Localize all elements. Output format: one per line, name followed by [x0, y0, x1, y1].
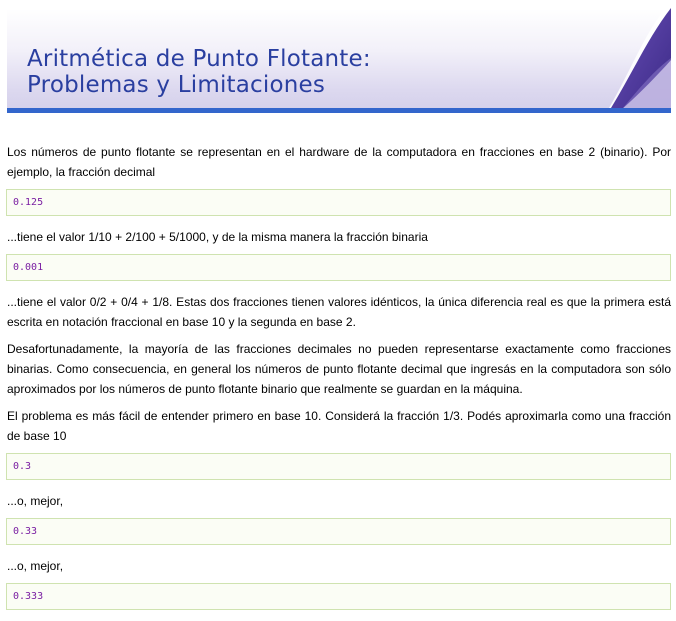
code-block-0-333: 0.333: [6, 583, 671, 610]
paragraph-binary-value: ...tiene el valor 0/2 + 0/4 + 1/8. Estas…: [7, 295, 671, 329]
code-text: 0.001: [13, 262, 44, 273]
paragraph-better-2: ...o, mejor,: [7, 559, 64, 573]
main-content: Los números de punto flotante se represe…: [6, 142, 671, 621]
code-block-0-33: 0.33: [6, 518, 671, 545]
header-swoosh-graphic: [609, 0, 671, 113]
code-block-0-001: 0.001: [6, 254, 671, 281]
page-title-line1: Aritmética de Punto Flotante:: [27, 46, 371, 72]
code-block-0-125: 0.125: [6, 189, 671, 216]
header-bottom-bar: [7, 108, 671, 113]
page-header: Aritmética de Punto Flotante: Problemas …: [7, 0, 671, 113]
code-text: 0.3: [13, 461, 32, 472]
paragraph-intro: Los números de punto flotante se represe…: [7, 145, 671, 179]
code-text: 0.33: [13, 526, 38, 537]
paragraph-better-1: ...o, mejor,: [7, 494, 64, 508]
code-block-0-3: 0.3: [6, 453, 671, 480]
code-text: 0.125: [13, 197, 44, 208]
paragraph-approximation: Desafortunadamente, la mayoría de las fr…: [7, 342, 671, 396]
page-title-line2: Problemas y Limitaciones: [27, 72, 326, 98]
paragraph-decimal-value: ...tiene el valor 1/10 + 2/100 + 5/1000,…: [7, 230, 428, 244]
code-text: 0.333: [13, 591, 44, 602]
paragraph-base10-example: El problema es más fácil de entender pri…: [7, 409, 671, 443]
page-title: Aritmética de Punto Flotante: Problemas …: [27, 46, 371, 98]
